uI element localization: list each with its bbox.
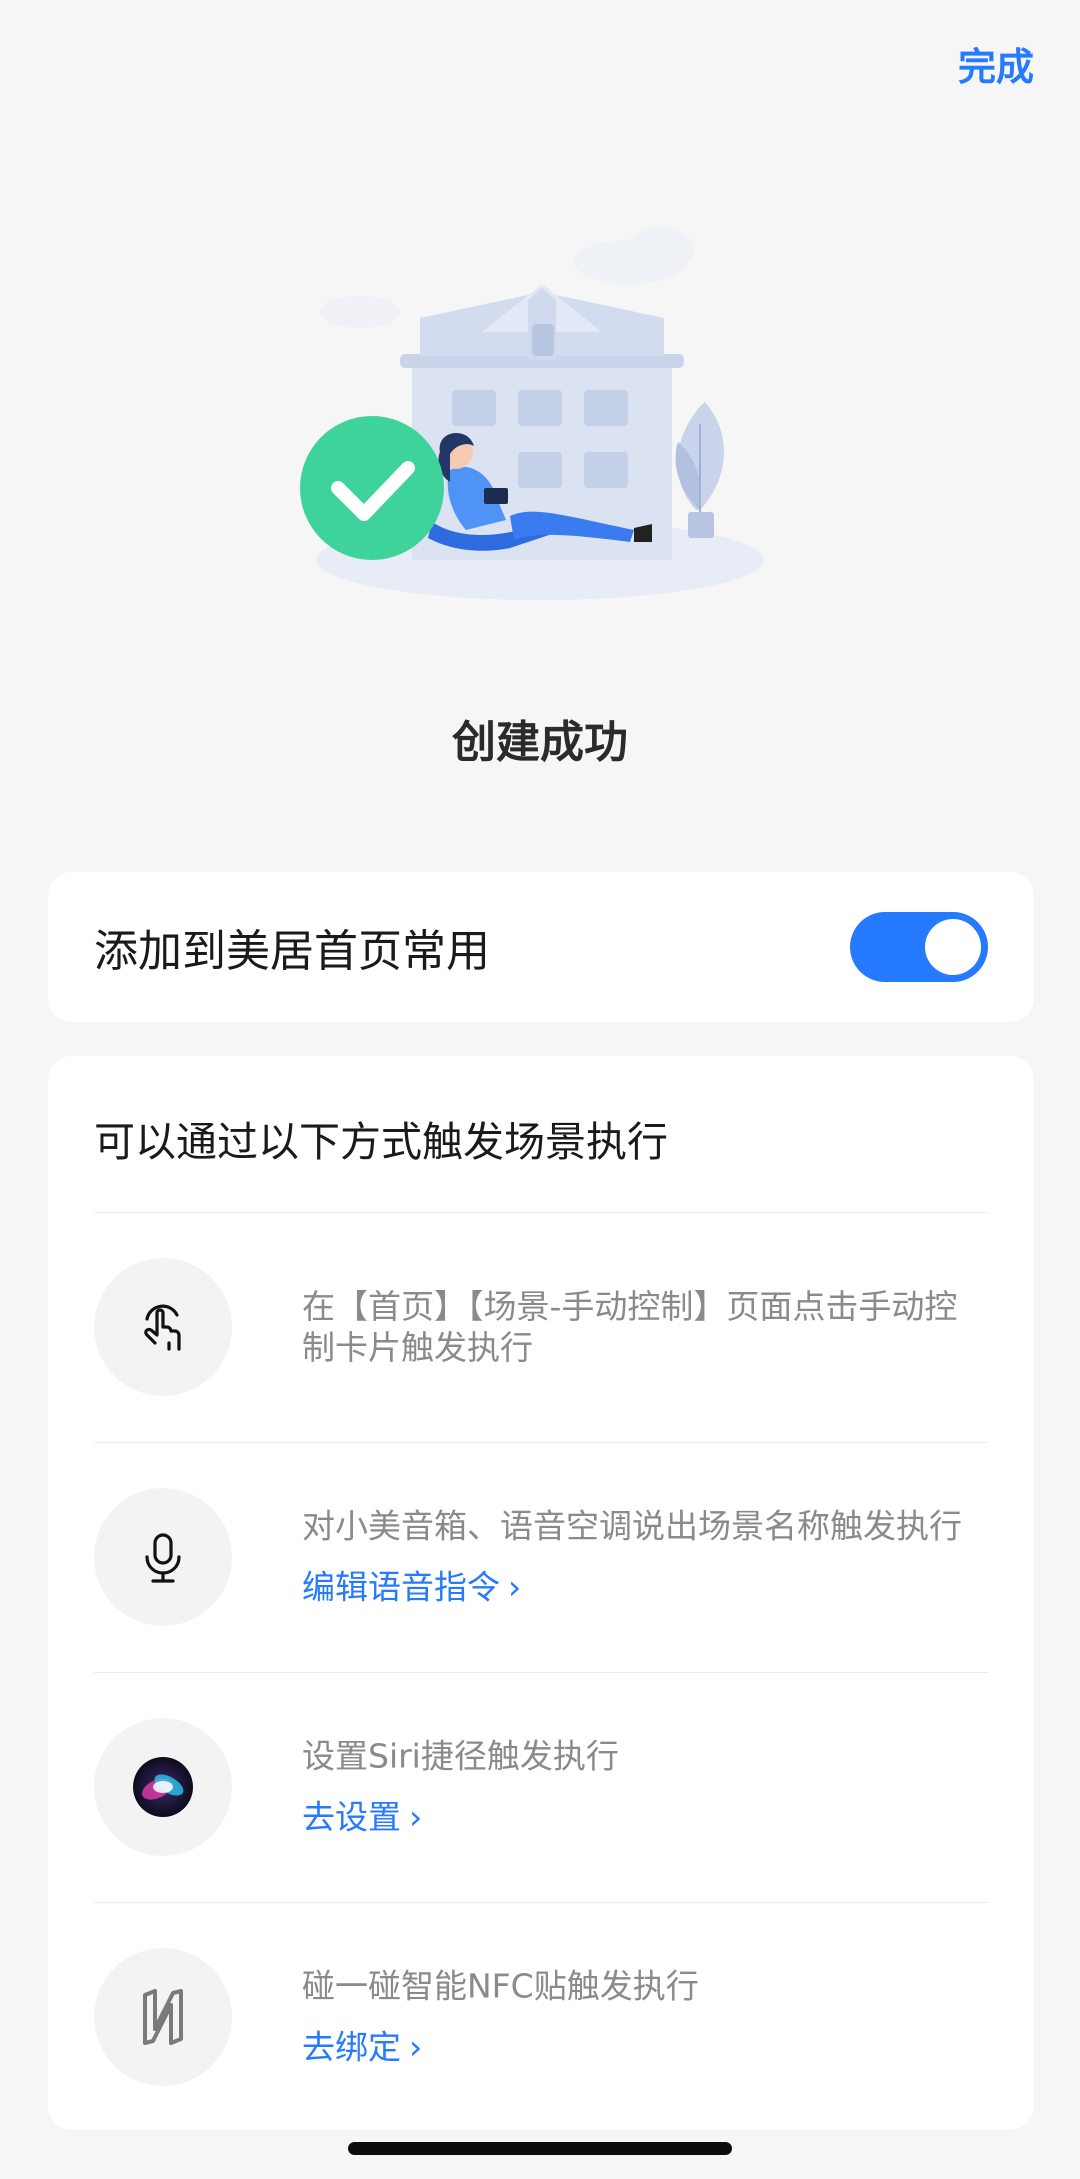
method-text: 设置Siri捷径触发执行 去设置 › — [302, 1736, 966, 1839]
chevron-right-icon: › — [409, 2027, 423, 2067]
success-check-icon — [300, 416, 444, 560]
method-item-nfc: 碰一碰智能NFC贴触发执行 去绑定 › — [48, 1902, 1034, 2132]
scene-created-page: 完成 创建成功 添加到美居首页常用 可以通过以下方式触发场景执行 在【首页】【场… — [0, 0, 1080, 2179]
favorite-card: 添加到美居首页常用 — [48, 872, 1034, 1022]
chevron-right-icon: › — [409, 1797, 423, 1837]
trigger-methods-card: 可以通过以下方式触发场景执行 在【首页】【场景-手动控制】页面点击手动控制卡片触… — [48, 1056, 1034, 2130]
method-item-voice: 对小美音箱、语音空调说出场景名称触发执行 编辑语音指令 › — [48, 1442, 1034, 1672]
nfc-icon — [94, 1948, 232, 2086]
method-description: 对小美音箱、语音空调说出场景名称触发执行 — [302, 1506, 962, 1546]
method-description: 在【首页】【场景-手动控制】页面点击手动控制卡片触发执行 — [302, 1287, 958, 1367]
tap-hand-icon — [94, 1258, 232, 1396]
method-text: 对小美音箱、语音空调说出场景名称触发执行 编辑语音指令 › — [302, 1506, 966, 1609]
page-title: 创建成功 — [452, 717, 628, 768]
siri-setup-link[interactable]: 去设置 › — [302, 1791, 422, 1839]
siri-icon — [94, 1718, 232, 1856]
favorite-toggle[interactable] — [850, 912, 988, 982]
link-label: 编辑语音指令 — [302, 1567, 500, 1607]
microphone-icon — [94, 1488, 232, 1626]
method-item-manual: 在【首页】【场景-手动控制】页面点击手动控制卡片触发执行 — [48, 1212, 1034, 1442]
method-description: 碰一碰智能NFC贴触发执行 — [302, 1966, 699, 2006]
link-label: 去设置 — [302, 1797, 401, 1837]
toggle-knob — [925, 919, 981, 975]
done-button[interactable]: 完成 — [958, 36, 1034, 91]
method-text: 碰一碰智能NFC贴触发执行 去绑定 › — [302, 1966, 966, 2069]
plant-icon — [675, 402, 724, 538]
link-label: 去绑定 — [302, 2027, 401, 2067]
edit-voice-command-link[interactable]: 编辑语音指令 › — [302, 1561, 521, 1609]
methods-title: 可以通过以下方式触发场景执行 — [94, 1118, 668, 1166]
chevron-right-icon: › — [508, 1567, 522, 1607]
favorite-toggle-label: 添加到美居首页常用 — [94, 926, 490, 977]
method-text: 在【首页】【场景-手动控制】页面点击手动控制卡片触发执行 — [302, 1286, 966, 1368]
success-illustration — [300, 228, 764, 600]
nfc-bind-link[interactable]: 去绑定 › — [302, 2021, 422, 2069]
method-description: 设置Siri捷径触发执行 — [302, 1736, 619, 1776]
home-indicator — [348, 2142, 732, 2155]
method-item-siri: 设置Siri捷径触发执行 去设置 › — [48, 1672, 1034, 1902]
